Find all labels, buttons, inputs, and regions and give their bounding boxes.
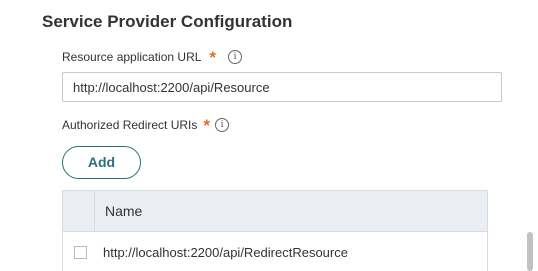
resource-url-input[interactable]	[62, 72, 502, 102]
section-title: Service Provider Configuration	[42, 12, 293, 31]
resource-url-label-row: Resource application URL * i	[62, 48, 243, 67]
info-icon[interactable]: i	[215, 118, 230, 132]
table-header: Name	[63, 191, 487, 232]
select-all-column	[63, 191, 95, 232]
info-icon[interactable]: i	[228, 50, 243, 64]
row-name-cell: http://localhost:2200/api/RedirectResour…	[103, 244, 348, 260]
resource-url-label: Resource application URL	[62, 50, 202, 64]
service-provider-config-page: Service Provider Configuration Resource …	[0, 0, 538, 271]
table-scrollbar[interactable]	[527, 232, 533, 271]
redirect-uris-table: Name http://localhost:2200/api/RedirectR…	[62, 190, 488, 271]
row-checkbox[interactable]	[74, 245, 87, 259]
column-header-name[interactable]: Name	[95, 203, 142, 219]
redirect-uris-label: Authorized Redirect URIs	[62, 118, 198, 132]
table-row[interactable]: http://localhost:2200/api/RedirectResour…	[63, 232, 487, 271]
redirect-uris-label-row: Authorized Redirect URIs * i	[62, 116, 230, 135]
required-asterisk: *	[209, 48, 217, 67]
add-redirect-uri-button[interactable]: Add	[62, 146, 141, 179]
required-asterisk: *	[203, 116, 211, 135]
